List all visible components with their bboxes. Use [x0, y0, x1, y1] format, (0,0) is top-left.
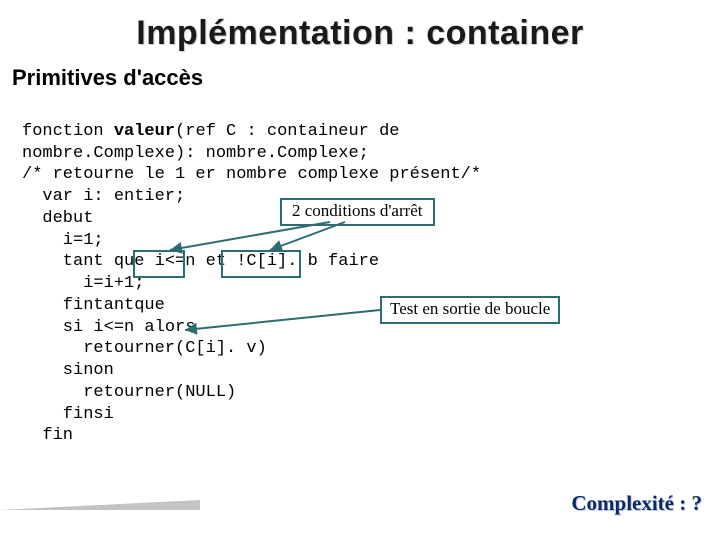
code-line: finsi: [22, 405, 114, 424]
code-line: retourner(NULL): [22, 383, 236, 402]
code-line: fintantque: [22, 296, 165, 315]
code-line: fin: [22, 426, 73, 445]
code-line: i=i+1;: [22, 274, 144, 293]
code-line: retourner(C[i]. v): [22, 339, 267, 358]
highlight-box-condition-1: [133, 250, 185, 278]
code-line: var i: entier;: [22, 187, 185, 206]
code-line: sinon: [22, 361, 114, 380]
slide-title: Implémentation : container: [0, 0, 720, 53]
code-block: fonction valeur(ref C : containeur de no…: [0, 99, 720, 447]
highlight-box-condition-2: [221, 250, 301, 278]
slide-subtitle: Primitives d'accès: [0, 53, 720, 99]
code-line: tant que i<=n et !C[i]. b faire: [22, 252, 379, 271]
code-line: fonction: [22, 122, 114, 141]
code-keyword: valeur: [114, 122, 175, 141]
callout-conditions: 2 conditions d'arrêt: [280, 198, 435, 226]
code-line: /* retourne le 1 er nombre complexe prés…: [22, 165, 481, 184]
code-line: (ref C : containeur de: [175, 122, 399, 141]
decorative-wedge: [0, 500, 200, 510]
code-line: debut: [22, 209, 93, 228]
code-line: i=1;: [22, 231, 104, 250]
callout-test: Test en sortie de boucle: [380, 296, 560, 324]
complexity-label: Complexité : ?: [571, 491, 702, 516]
code-line: nombre.Complexe): nombre.Complexe;: [22, 144, 369, 163]
code-line: si i<=n alors: [22, 318, 195, 337]
